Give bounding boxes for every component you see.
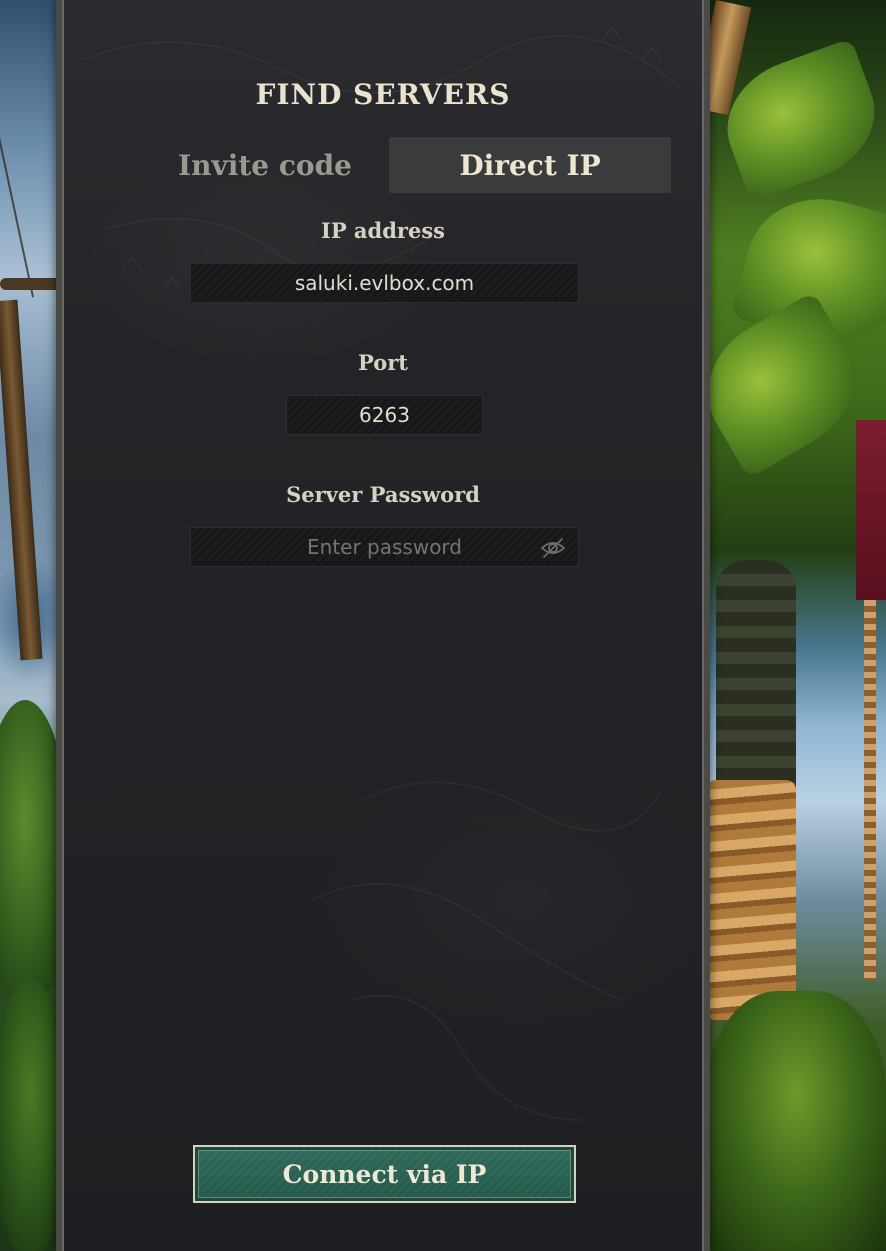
flag [856,420,886,600]
server-password-input[interactable]: Enter password [190,527,579,567]
ip-address-input[interactable]: saluki.evlbox.com [190,263,579,303]
port-label: Port [358,350,408,375]
foliage [706,991,886,1251]
password-placeholder: Enter password [307,535,462,559]
ip-address-value: saluki.evlbox.com [294,271,475,295]
palm-trunk [706,780,796,1020]
tab-bar: Invite code Direct IP [124,137,672,193]
ip-address-label: IP address [321,218,445,243]
page-title: FIND SERVERS [255,78,511,111]
rope-pole [864,600,876,980]
eye-slash-icon[interactable] [540,536,566,560]
connect-via-ip-button[interactable]: Connect via IP [191,1143,578,1205]
game-scene: FIND SERVERS Invite code Direct IP IP ad… [0,0,886,1251]
port-input[interactable]: 6263 [286,395,483,435]
connect-button-label: Connect via IP [282,1159,487,1189]
find-servers-panel: FIND SERVERS Invite code Direct IP IP ad… [56,0,710,1251]
tab-direct-ip[interactable]: Direct IP [389,137,671,193]
background-scenery-right [683,0,886,1251]
ship-mast [0,299,43,661]
background-scenery-left [0,0,70,1251]
port-value: 6263 [359,403,410,427]
server-password-label: Server Password [286,482,480,507]
tab-invite-code[interactable]: Invite code [124,137,406,193]
ship-yard [0,278,62,290]
rope [0,42,35,298]
